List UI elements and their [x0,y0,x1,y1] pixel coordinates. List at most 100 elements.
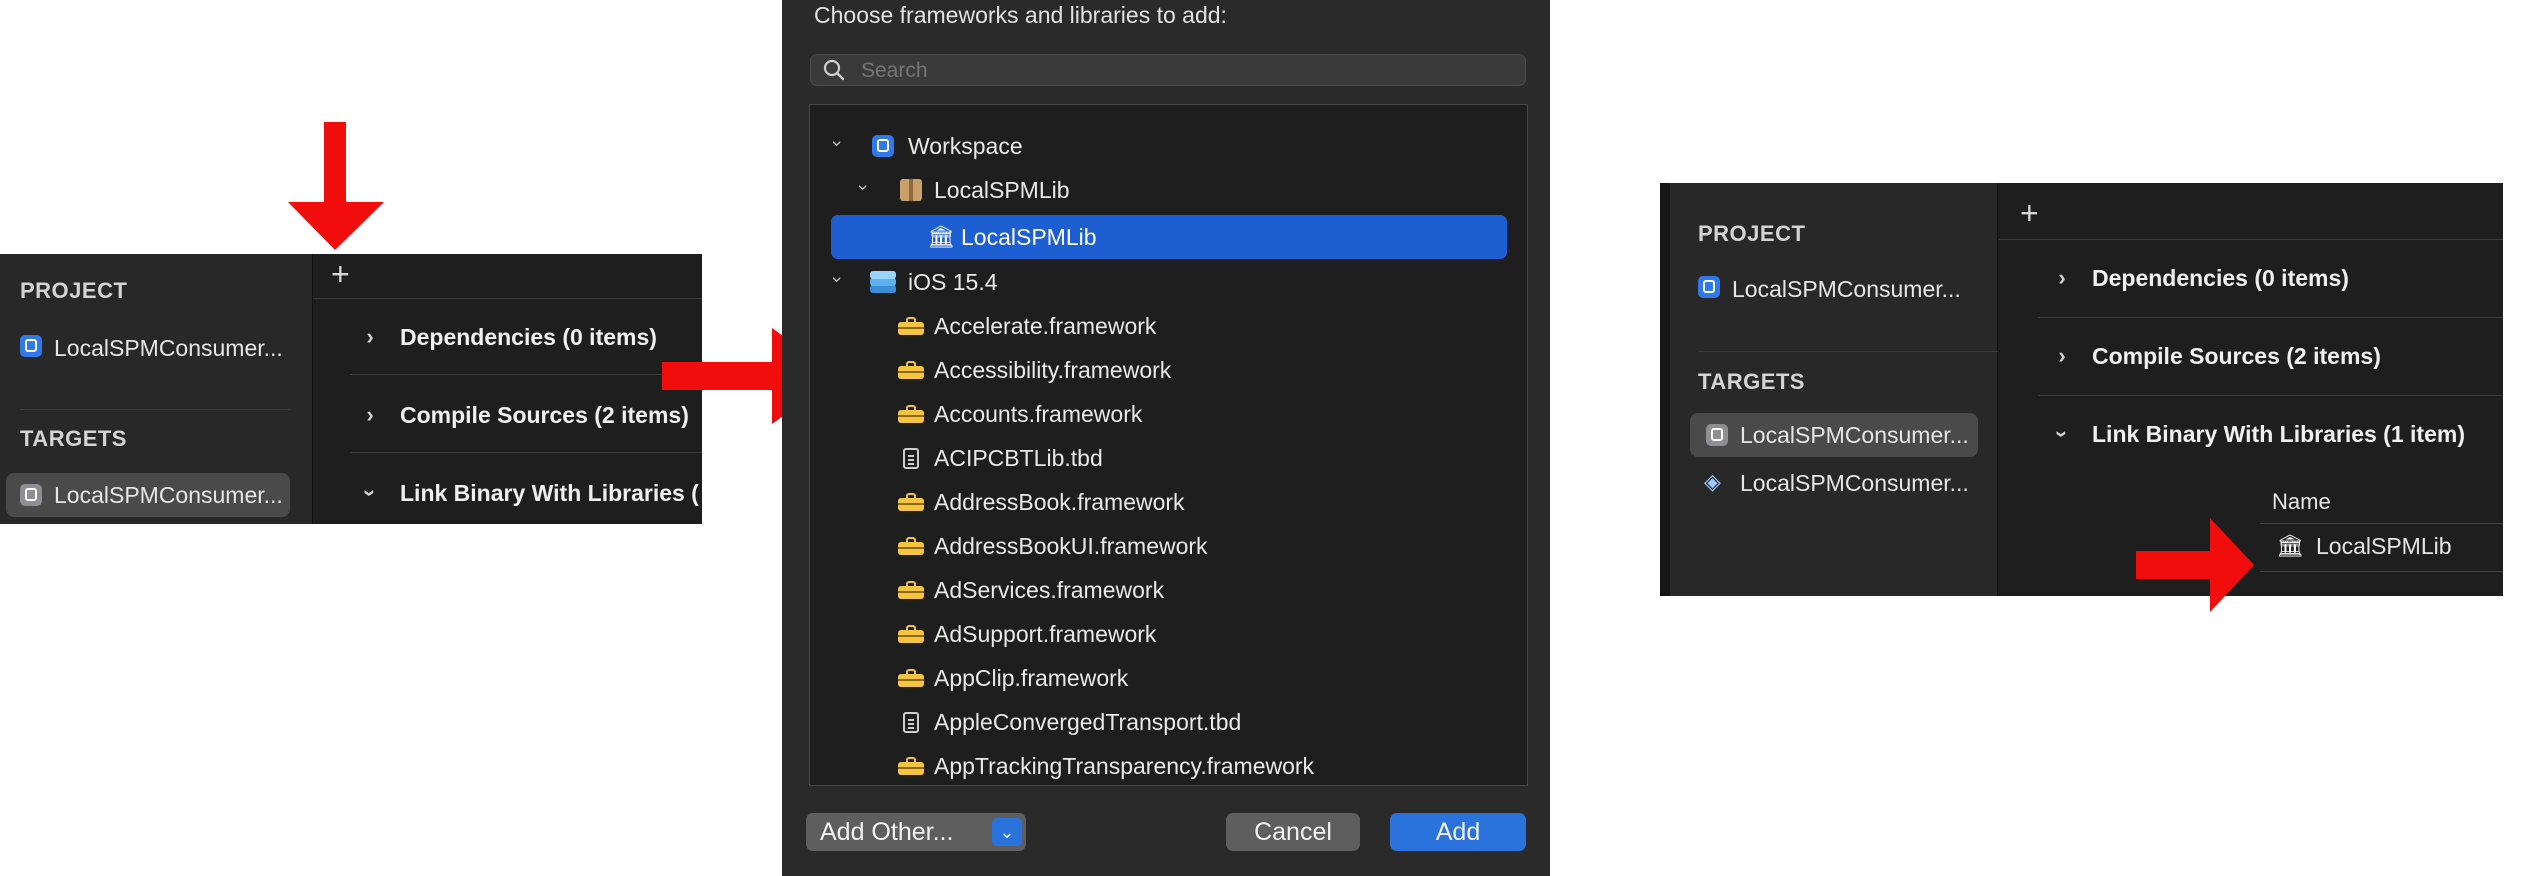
list-item[interactable]: Accelerate.framework [810,307,1527,347]
list-item-label: ACIPCBTLib.tbd [934,445,1103,471]
toolbox-icon [898,537,924,555]
test-target-icon: ◈ [1704,469,1721,494]
toolbox-icon [898,581,924,599]
frameworks-list[interactable]: › Workspace › LocalSPMLib 🏛 LocalSPMLib … [809,104,1528,786]
list-item-label: LocalSPMLib [961,224,1097,250]
search-input[interactable] [859,57,1503,85]
chevron-down-icon: › [853,184,874,191]
left-build-phases-panel: PROJECT LocalSPMConsumer... TARGETS Loca… [0,254,702,524]
list-item-label: AdServices.framework [934,577,1165,603]
list-item[interactable]: AdSupport.framework [810,615,1527,655]
phase-title: Compile Sources (2 items) [2092,343,2381,369]
list-item-label: iOS 15.4 [908,269,998,295]
list-item-label: Accelerate.framework [934,313,1157,339]
table-header-name: Name [2272,489,2331,514]
app-icon [1706,424,1728,446]
target-item-label: LocalSPMConsumer... [54,482,283,508]
chevron-down-icon: › [360,489,383,497]
list-item[interactable]: AppTrackingTransparency.framework [810,747,1527,783]
document-icon [903,712,919,733]
phase-title: Link Binary With Libraries ( [400,480,699,506]
toolbox-icon [898,757,924,775]
list-item-label: Accessibility.framework [934,357,1172,383]
target-item-selected[interactable]: LocalSPMConsumer... [6,473,290,517]
table-row[interactable]: 🏛 LocalSPMLib [2260,527,2503,567]
list-item-label: AddressBook.framework [934,489,1185,515]
list-item-sdk[interactable]: › iOS 15.4 [810,263,1527,303]
app-icon [20,335,42,357]
list-item[interactable]: Accessibility.framework [810,351,1527,391]
targets-header: TARGETS [20,426,127,451]
library-row-label: LocalSPMLib [2316,533,2452,559]
sdk-icon [870,271,896,293]
right-sidebar: PROJECT LocalSPMConsumer... TARGETS Loca… [1660,183,1998,596]
chevron-down-icon[interactable]: ⌄ [992,818,1022,846]
list-item-label: AdSupport.framework [934,621,1157,647]
list-item-label: Workspace [908,133,1023,159]
list-item[interactable]: AddressBook.framework [810,483,1527,523]
add-icon[interactable]: + [2020,197,2039,229]
project-header: PROJECT [1698,221,1806,246]
list-item[interactable]: AppleConvergedTransport.tbd [810,703,1527,743]
add-icon[interactable]: + [331,258,350,290]
chevron-down-icon: › [827,276,848,283]
phase-title: Compile Sources (2 items) [400,402,689,428]
chevron-right-icon: › [2058,265,2066,290]
chevron-right-icon: › [366,402,374,427]
add-other-button[interactable]: Add Other... ⌄ [806,813,1026,851]
list-item-label: AddressBookUI.framework [934,533,1208,559]
project-item[interactable]: LocalSPMConsumer... [20,332,310,362]
project-header: PROJECT [20,278,128,303]
list-item-package[interactable]: › LocalSPMLib [810,171,1527,211]
toolbox-icon [898,361,924,379]
chevron-right-icon: › [366,324,374,349]
arrow-down-icon [288,122,384,250]
cancel-button[interactable]: Cancel [1226,813,1360,851]
toolbox-icon [898,405,924,423]
phase-link-binary[interactable]: › Link Binary With Libraries ( [360,480,702,510]
list-item[interactable]: ACIPCBTLib.tbd [810,439,1527,479]
divider [313,298,702,299]
target-item-label: LocalSPMConsumer... [1740,470,1969,496]
list-item-label: AppClip.framework [934,665,1129,691]
divider [2038,395,2503,396]
add-frameworks-dialog: Choose frameworks and libraries to add: … [782,0,1550,876]
divider [2260,571,2503,572]
divider [2038,317,2503,318]
toolbox-icon [898,625,924,643]
list-item-label: LocalSPMLib [934,177,1070,203]
search-icon [823,59,845,81]
project-item-label: LocalSPMConsumer... [1732,276,1961,302]
search-field[interactable] [810,54,1526,86]
add-button[interactable]: Add [1390,813,1526,851]
toolbox-icon [898,493,924,511]
target-item-selected[interactable]: LocalSPMConsumer... [1690,413,1978,457]
dialog-prompt: Choose frameworks and libraries to add: [814,2,1227,28]
list-item-library-selected[interactable]: 🏛 LocalSPMLib [831,215,1507,259]
toolbox-icon [898,317,924,335]
list-item-label: Accounts.framework [934,401,1143,427]
workspace-icon [872,135,894,157]
list-item[interactable]: AdServices.framework [810,571,1527,611]
toolbox-icon [898,669,924,687]
list-item-workspace[interactable]: › Workspace [810,127,1527,167]
list-item[interactable]: AppClip.framework [810,659,1527,699]
chevron-down-icon: › [2050,430,2075,438]
add-other-label: Add Other... [820,818,954,846]
targets-header: TARGETS [1698,369,1805,394]
left-sidebar: PROJECT LocalSPMConsumer... TARGETS Loca… [0,254,313,524]
divider [2260,523,2503,524]
divider [1999,239,2503,240]
divider [350,452,702,453]
phase-title: Dependencies (0 items) [2092,265,2349,291]
list-item-label: AppleConvergedTransport.tbd [934,709,1242,735]
project-item[interactable]: LocalSPMConsumer... [1698,273,1998,303]
list-item[interactable]: Accounts.framework [810,395,1527,435]
chevron-right-icon: › [2058,343,2066,368]
library-icon: 🏛 [927,224,955,249]
target-item-label: LocalSPMConsumer... [1740,422,1969,448]
app-icon [20,484,42,506]
phase-title: Dependencies (0 items) [400,324,657,350]
list-item[interactable]: AddressBookUI.framework [810,527,1527,567]
target-item[interactable]: ◈ LocalSPMConsumer... [1690,463,1978,503]
